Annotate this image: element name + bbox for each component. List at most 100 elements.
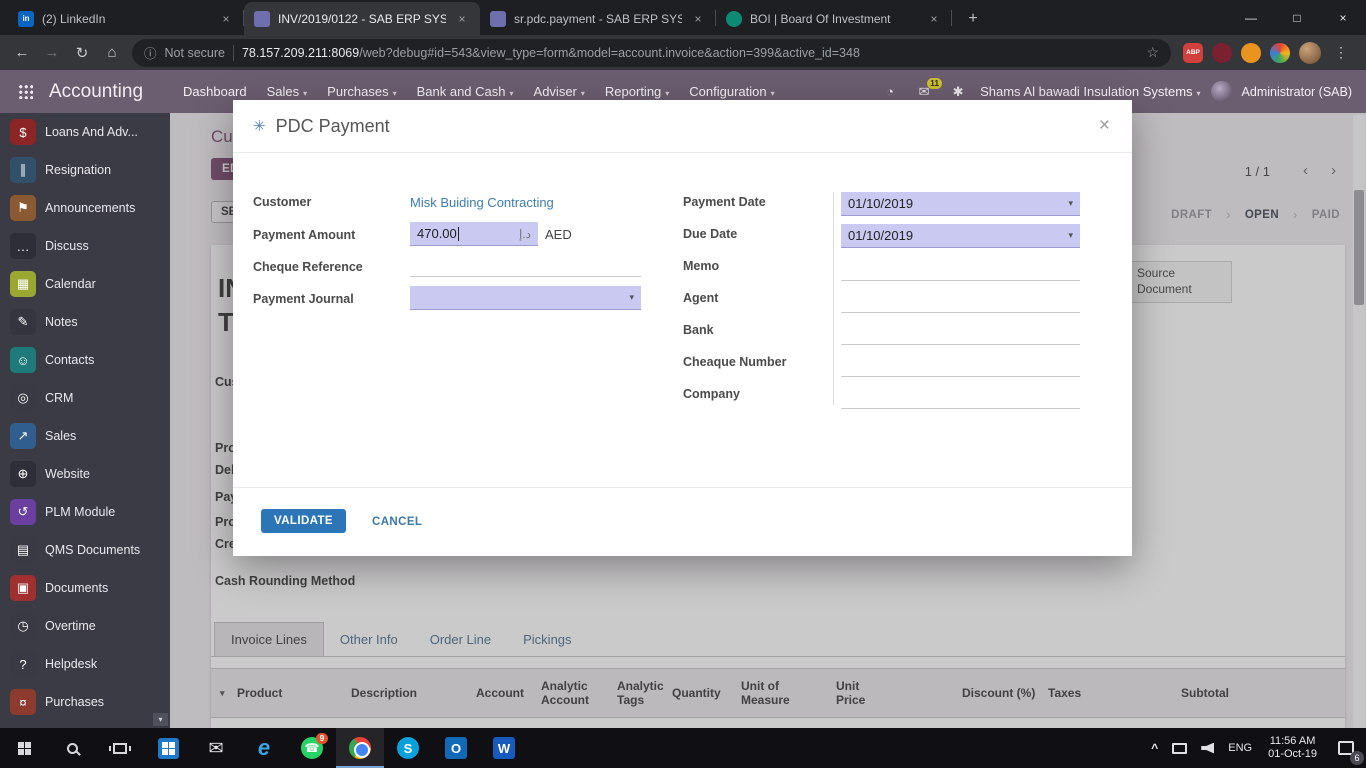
currency-symbol: د.إ — [519, 227, 531, 241]
adblock-extension-icon[interactable]: ABP — [1183, 43, 1203, 63]
sidebar-item-label: Notes — [45, 315, 78, 329]
taskbar-clock[interactable]: 11:56 AM01-Oct-19 — [1259, 728, 1326, 768]
close-icon[interactable]: × — [1097, 115, 1112, 137]
browser-menu-icon[interactable]: ⋮ — [1330, 44, 1352, 61]
user-menu[interactable]: Administrator (SAB) — [1242, 85, 1352, 99]
customer-value-link[interactable]: Misk Buiding Contracting — [410, 195, 554, 210]
sidebar-item-contacts[interactable]: ☺Contacts — [0, 341, 170, 379]
minimize-button[interactable]: — — [1228, 0, 1274, 35]
extension-icon[interactable] — [1212, 43, 1232, 63]
tab-close-icon[interactable]: × — [926, 12, 942, 26]
tab-pdc-payment[interactable]: sr.pdc.payment - SAB ERP SYS × — [480, 2, 716, 35]
maximize-button[interactable]: □ — [1274, 0, 1320, 35]
word-app-button[interactable]: W — [480, 728, 528, 768]
whatsapp-app-button[interactable]: ☎9 — [288, 728, 336, 768]
info-icon[interactable]: ⓘ — [144, 43, 157, 62]
cheaque-number-input[interactable] — [841, 355, 1080, 377]
scrollbar-thumb[interactable] — [1354, 190, 1364, 305]
edge-app-button[interactable]: e — [240, 728, 288, 768]
sidebar-scroll-down-icon[interactable]: ▾ — [153, 713, 168, 726]
taskbar-search-button[interactable] — [48, 728, 96, 768]
sidebar-item-notes[interactable]: ✎ Notes — [0, 303, 170, 341]
sidebar-item-calendar[interactable]: ▦Calendar — [0, 265, 170, 303]
home-icon[interactable]: ⌂ — [98, 39, 126, 67]
memo-input[interactable] — [841, 259, 1080, 281]
tab-close-icon[interactable]: × — [454, 12, 470, 26]
bookmark-star-icon[interactable]: ☆ — [1146, 44, 1159, 61]
payment-journal-select[interactable]: ▾ — [410, 286, 641, 310]
bank-input[interactable] — [841, 323, 1080, 345]
sidebar-item-crm[interactable]: ◎CRM — [0, 379, 170, 417]
erp-favicon-icon — [490, 11, 506, 27]
volume-tray-button[interactable] — [1194, 728, 1221, 768]
close-window-button[interactable]: × — [1320, 0, 1366, 35]
tab-close-icon[interactable]: × — [218, 12, 234, 26]
new-tab-button[interactable]: + — [960, 6, 986, 32]
start-button[interactable] — [0, 728, 48, 768]
due-date-select[interactable]: 01/10/2019 ▾ — [841, 224, 1080, 248]
display-tray-button[interactable] — [1165, 728, 1194, 768]
bug-icon[interactable]: ✱ — [946, 84, 970, 100]
tab-linkedin[interactable]: in (2) LinkedIn × — [8, 2, 244, 35]
skype-app-button[interactable]: S — [384, 728, 432, 768]
browser-tab-strip: in (2) LinkedIn × INV/2019/0122 - SAB ER… — [0, 0, 1366, 35]
sidebar-item-loans[interactable]: $Loans And Adv... — [0, 113, 170, 151]
nav-systray: ◔ ✉11 ✱ Shams Al bawadi Insulation Syste… — [878, 81, 1352, 102]
notes-icon: ✎ — [10, 309, 36, 335]
company-input[interactable] — [841, 387, 1080, 409]
sidebar-item-plm[interactable]: ↺PLM Module — [0, 493, 170, 531]
action-center-button[interactable]: 6 — [1326, 728, 1366, 768]
activities-icon[interactable]: ◔ — [878, 84, 902, 99]
tab-title: BOI | Board Of Investment — [750, 12, 918, 26]
company-switcher[interactable]: Shams Al bawadi Insulation Systems▾ — [980, 84, 1200, 99]
clock-time: 11:56 AM — [1268, 735, 1317, 748]
app-title[interactable]: Accounting — [49, 81, 143, 103]
url-input[interactable]: ⓘ Not secure 78.157.209.211:8069/web?deb… — [132, 39, 1171, 67]
task-view-button[interactable] — [96, 728, 144, 768]
cancel-button[interactable]: CANCEL — [372, 509, 422, 535]
store-app-button[interactable] — [144, 728, 192, 768]
sidebar-item-overtime[interactable]: ◷Overtime — [0, 607, 170, 645]
window-controls: — □ × — [1228, 0, 1366, 35]
messages-icon[interactable]: ✉11 — [912, 84, 936, 100]
reload-icon[interactable]: ↻ — [68, 39, 96, 67]
sidebar-item-announcements[interactable]: ⚑Announcements — [0, 189, 170, 227]
extension-icon[interactable] — [1241, 43, 1261, 63]
payment-amount-input[interactable]: 470.00 د.إ — [410, 222, 538, 246]
apps-grid-icon[interactable] — [18, 84, 33, 99]
chevron-down-icon: ▾ — [1068, 230, 1073, 241]
tab-boi[interactable]: BOI | Board Of Investment × — [716, 2, 952, 35]
cheque-reference-label: Cheque Reference — [253, 260, 363, 274]
windows-logo-icon — [18, 742, 31, 755]
outlook-app-button[interactable]: O — [432, 728, 480, 768]
sidebar-item-website[interactable]: ⊕Website — [0, 455, 170, 493]
tab-invoice[interactable]: INV/2019/0122 - SAB ERP SYS × — [244, 2, 480, 35]
payment-date-select[interactable]: 01/10/2019 ▾ — [841, 192, 1080, 216]
sidebar-item-documents[interactable]: ▣Documents — [0, 569, 170, 607]
sidebar-item-resignation[interactable]: ∥Resignation — [0, 151, 170, 189]
forward-icon[interactable]: → — [38, 39, 66, 67]
announcements-icon: ⚑ — [10, 195, 36, 221]
sidebar-item-discuss[interactable]: …Discuss — [0, 227, 170, 265]
bank-label: Bank — [683, 323, 714, 337]
extension-icon[interactable] — [1270, 43, 1290, 63]
sidebar-item-helpdesk[interactable]: ?Helpdesk — [0, 645, 170, 683]
cheque-reference-input[interactable] — [410, 255, 641, 277]
system-tray: ^ ENG 11:56 AM01-Oct-19 6 — [1144, 728, 1366, 768]
sidebar-item-qms[interactable]: ▤QMS Documents — [0, 531, 170, 569]
language-indicator[interactable]: ENG — [1221, 728, 1259, 768]
validate-button[interactable]: VALIDATE — [261, 509, 346, 533]
back-icon[interactable]: ← — [8, 39, 36, 67]
user-avatar[interactable] — [1211, 81, 1232, 102]
tray-expand-icon[interactable]: ^ — [1144, 728, 1165, 768]
page-scrollbar[interactable] — [1353, 115, 1365, 728]
chrome-app-button[interactable] — [336, 728, 384, 768]
mail-app-button[interactable]: ✉ — [192, 728, 240, 768]
sidebar-item-sales[interactable]: ↗Sales — [0, 417, 170, 455]
clock-date: 01-Oct-19 — [1268, 748, 1317, 761]
task-view-icon — [113, 743, 127, 754]
sidebar-item-purchases[interactable]: ¤Purchases — [0, 683, 170, 721]
agent-input[interactable] — [841, 291, 1080, 313]
tab-close-icon[interactable]: × — [690, 12, 706, 26]
browser-profile-avatar[interactable] — [1299, 42, 1321, 64]
